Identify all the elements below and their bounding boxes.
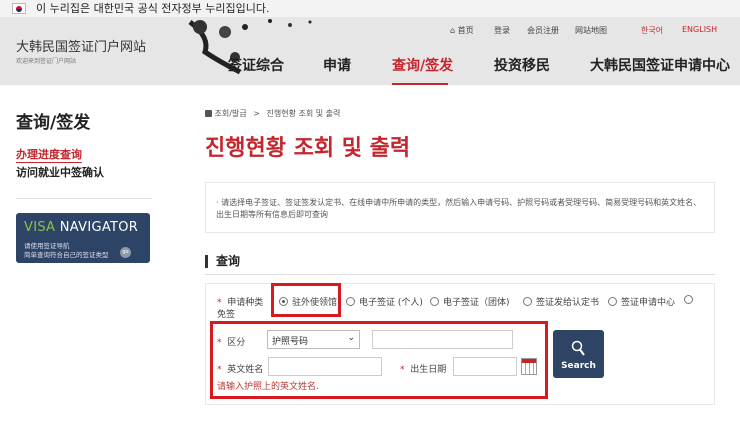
radio-unchecked[interactable]: [430, 297, 439, 306]
radio-unchecked[interactable]: [684, 295, 693, 304]
gov-banner-text: 이 누리집은 대한민국 공식 전자정부 누리집입니다.: [36, 2, 270, 15]
number-input[interactable]: [372, 330, 513, 349]
search-label: Search: [561, 361, 596, 371]
radio-unchecked[interactable]: [346, 297, 355, 306]
nav-investment[interactable]: 投资移民: [494, 55, 550, 75]
category-select[interactable]: 护照号码 ⌄: [267, 330, 360, 349]
radio-unchecked[interactable]: [608, 297, 617, 306]
radio-application-center[interactable]: 签证申请中心: [608, 295, 675, 308]
radio-label: 签证申请中心: [621, 298, 676, 308]
radio-checked[interactable]: [279, 297, 288, 306]
section-divider: [205, 274, 715, 275]
section-title: 查询: [205, 255, 240, 268]
gov-banner: 이 누리집은 대한민국 공식 전자정부 누리집입니다.: [0, 0, 740, 17]
radio-evisa-group[interactable]: 电子签证（团体): [430, 295, 510, 308]
radio-visa-exempt-label: 免签: [217, 310, 236, 320]
nav-apply[interactable]: 申请: [323, 55, 351, 75]
nav-active-indicator: [392, 83, 448, 85]
site-subtitle: 欢迎来到签证门户网站: [16, 58, 77, 65]
nav-visa-info[interactable]: 签证综合: [228, 55, 284, 75]
radio-embassy[interactable]: 驻外使领馆: [279, 295, 337, 308]
korea-flag-icon: [12, 3, 26, 14]
banner-line-2: 简单查询符合自己的签证类型: [24, 251, 109, 259]
birth-label: * 出生日期: [400, 365, 447, 375]
birth-date-input[interactable]: [453, 357, 517, 376]
category-label: * 区分: [217, 338, 246, 348]
search-button[interactable]: Search: [553, 330, 604, 378]
breadcrumb-separator: >: [253, 109, 260, 118]
login-link[interactable]: 登录: [494, 25, 510, 36]
radio-certificate[interactable]: 签证发给认定书: [523, 295, 599, 308]
radio-label: 电子签证（团体): [443, 298, 510, 308]
category-value: 护照号码: [272, 337, 309, 347]
error-message: 请输入护照上的英文姓名.: [217, 382, 319, 392]
radio-visa-exempt[interactable]: [684, 295, 693, 304]
english-name-input[interactable]: [268, 357, 382, 376]
site-logo[interactable]: 大韩民国签证门户网站: [16, 36, 146, 55]
radio-label: 电子签证 (个人): [359, 298, 423, 308]
go-button[interactable]: go: [120, 247, 131, 258]
visa-navigator-title: VISA NAVIGATOR: [24, 220, 139, 235]
sidebar-divider: [16, 198, 152, 199]
name-label: * 英文姓名: [217, 365, 264, 375]
english-link[interactable]: ENGLISH: [682, 25, 717, 34]
radio-label: 签证发给认定书: [536, 298, 600, 308]
calendar-icon[interactable]: [521, 358, 537, 375]
page-title: 진행현황 조회 및 출력: [205, 136, 411, 161]
breadcrumb-current: 진행현황 조회 및 출력: [266, 109, 341, 118]
search-icon: [571, 340, 585, 356]
breadcrumb-item[interactable]: 조회/발급: [215, 109, 247, 118]
home-link[interactable]: ⌂ 首页: [450, 25, 474, 36]
register-link[interactable]: 会员注册: [527, 25, 559, 36]
sidebar-title: 查询/签发: [16, 113, 91, 133]
sidebar-item-confirm[interactable]: 访问就业中签确认: [16, 164, 104, 180]
korean-link[interactable]: 한국어: [641, 25, 663, 36]
breadcrumb: 조회/발급 > 진행현황 조회 및 출력: [205, 108, 340, 119]
nav-application-center[interactable]: 大韩民国签证申请中心: [590, 55, 730, 75]
visa-navigator-banner[interactable]: VISA NAVIGATOR 请使用签证导航 简单查询符合自己的签证类型 go: [16, 213, 150, 263]
home-icon: [205, 110, 212, 117]
home-label: 首页: [457, 26, 474, 35]
sitemap-link[interactable]: 网站地图: [575, 25, 607, 36]
radio-evisa-individual[interactable]: 电子签证 (个人): [346, 295, 423, 308]
info-box: · 请选择电子签证、签证签发认定书、在线申请中所申请的类型，然后输入申请号码、护…: [205, 182, 715, 233]
sidebar-item-progress[interactable]: 办理进度查询: [16, 146, 82, 163]
nav-inquiry[interactable]: 查询/签发: [392, 55, 453, 75]
radio-unchecked[interactable]: [523, 297, 532, 306]
radio-label: 驻外使领馆: [292, 298, 338, 308]
chevron-down-icon: ⌄: [347, 333, 355, 343]
